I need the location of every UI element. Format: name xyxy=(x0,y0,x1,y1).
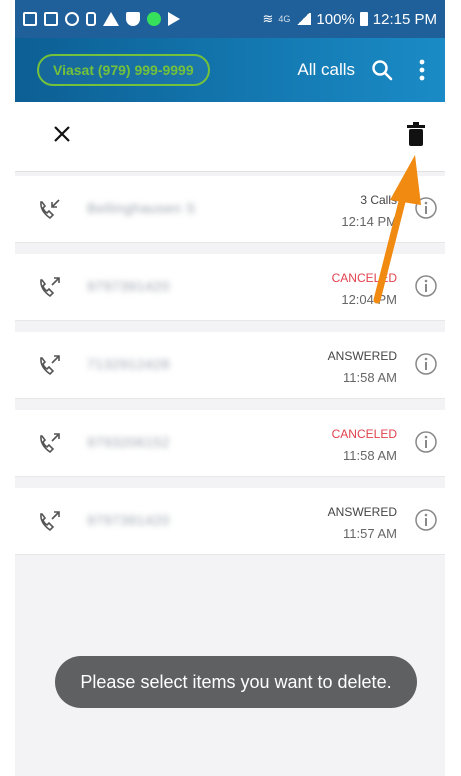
lock-notification-icon xyxy=(86,12,96,26)
call-status: ANSWERED xyxy=(327,349,397,363)
call-time: 11:57 AM xyxy=(343,526,397,541)
call-status: 3 Calls xyxy=(360,193,397,207)
call-status: CANCELED xyxy=(331,427,397,441)
info-icon[interactable] xyxy=(415,197,437,219)
sync-notification-icon xyxy=(65,12,79,26)
clock: 12:15 PM xyxy=(372,10,437,28)
status-bar: ≋ 4G 100% 12:15 PM xyxy=(15,0,445,38)
trash-icon[interactable] xyxy=(407,122,425,151)
battery-percent: 100% xyxy=(316,10,355,28)
outgoing-call-icon xyxy=(37,276,61,300)
search-icon[interactable] xyxy=(369,57,395,83)
shield-notification-icon xyxy=(126,12,140,26)
play-notification-icon xyxy=(168,12,180,26)
caller-number: 9797391420 xyxy=(87,278,170,294)
caller-number: 7132912428 xyxy=(87,356,170,372)
signal-icon xyxy=(295,13,312,25)
call-time: 12:04 PM xyxy=(341,292,397,307)
status-system-info: ≋ 4G 100% 12:15 PM xyxy=(262,11,437,28)
phone-screen: ≋ 4G 100% 12:15 PM Viasat (979) 999-9999… xyxy=(15,0,445,776)
info-icon[interactable] xyxy=(415,431,437,453)
outgoing-call-icon xyxy=(37,432,61,456)
call-row[interactable]: 9793206152 CANCELED 11:58 AM xyxy=(15,410,445,477)
selection-toolbar xyxy=(15,102,445,172)
outgoing-call-icon xyxy=(37,510,61,534)
wifi-icon: ≋ xyxy=(262,11,274,26)
call-time: 12:14 PM xyxy=(341,214,397,229)
info-icon[interactable] xyxy=(415,509,437,531)
call-filter-dropdown[interactable]: All calls xyxy=(297,60,355,80)
account-selector[interactable]: Viasat (979) 999-9999 xyxy=(37,54,210,86)
battery-icon xyxy=(359,12,368,26)
outgoing-call-icon xyxy=(37,354,61,378)
call-time: 11:58 AM xyxy=(343,370,397,385)
caller-number: 9793206152 xyxy=(87,434,170,450)
network-type: 4G xyxy=(278,14,291,24)
warning-notification-icon xyxy=(103,12,119,26)
gallery-notification-icon xyxy=(44,12,58,26)
call-status: CANCELED xyxy=(331,271,397,285)
caller-number: 9797391420 xyxy=(87,512,170,528)
call-time: 11:58 AM xyxy=(343,448,397,463)
close-icon[interactable] xyxy=(53,125,71,148)
caller-name: Bellinghausen S xyxy=(87,200,196,216)
more-vert-icon[interactable] xyxy=(409,57,435,83)
toast-message: Please select items you want to delete. xyxy=(55,656,417,708)
call-row[interactable]: Bellinghausen S 3 Calls 12:14 PM xyxy=(15,176,445,243)
call-row[interactable]: 9797391420 CANCELED 12:04 PM xyxy=(15,254,445,321)
app-bar: Viasat (979) 999-9999 All calls xyxy=(15,38,445,102)
call-row[interactable]: 9797391420 ANSWERED 11:57 AM xyxy=(15,488,445,555)
checkbox-notification-icon xyxy=(23,12,37,26)
incoming-call-icon xyxy=(37,198,61,222)
green-dot-notification-icon xyxy=(147,12,161,26)
info-icon[interactable] xyxy=(415,353,437,375)
info-icon[interactable] xyxy=(415,275,437,297)
call-status: ANSWERED xyxy=(327,505,397,519)
status-notification-icons xyxy=(23,12,180,26)
call-row[interactable]: 7132912428 ANSWERED 11:58 AM xyxy=(15,332,445,399)
